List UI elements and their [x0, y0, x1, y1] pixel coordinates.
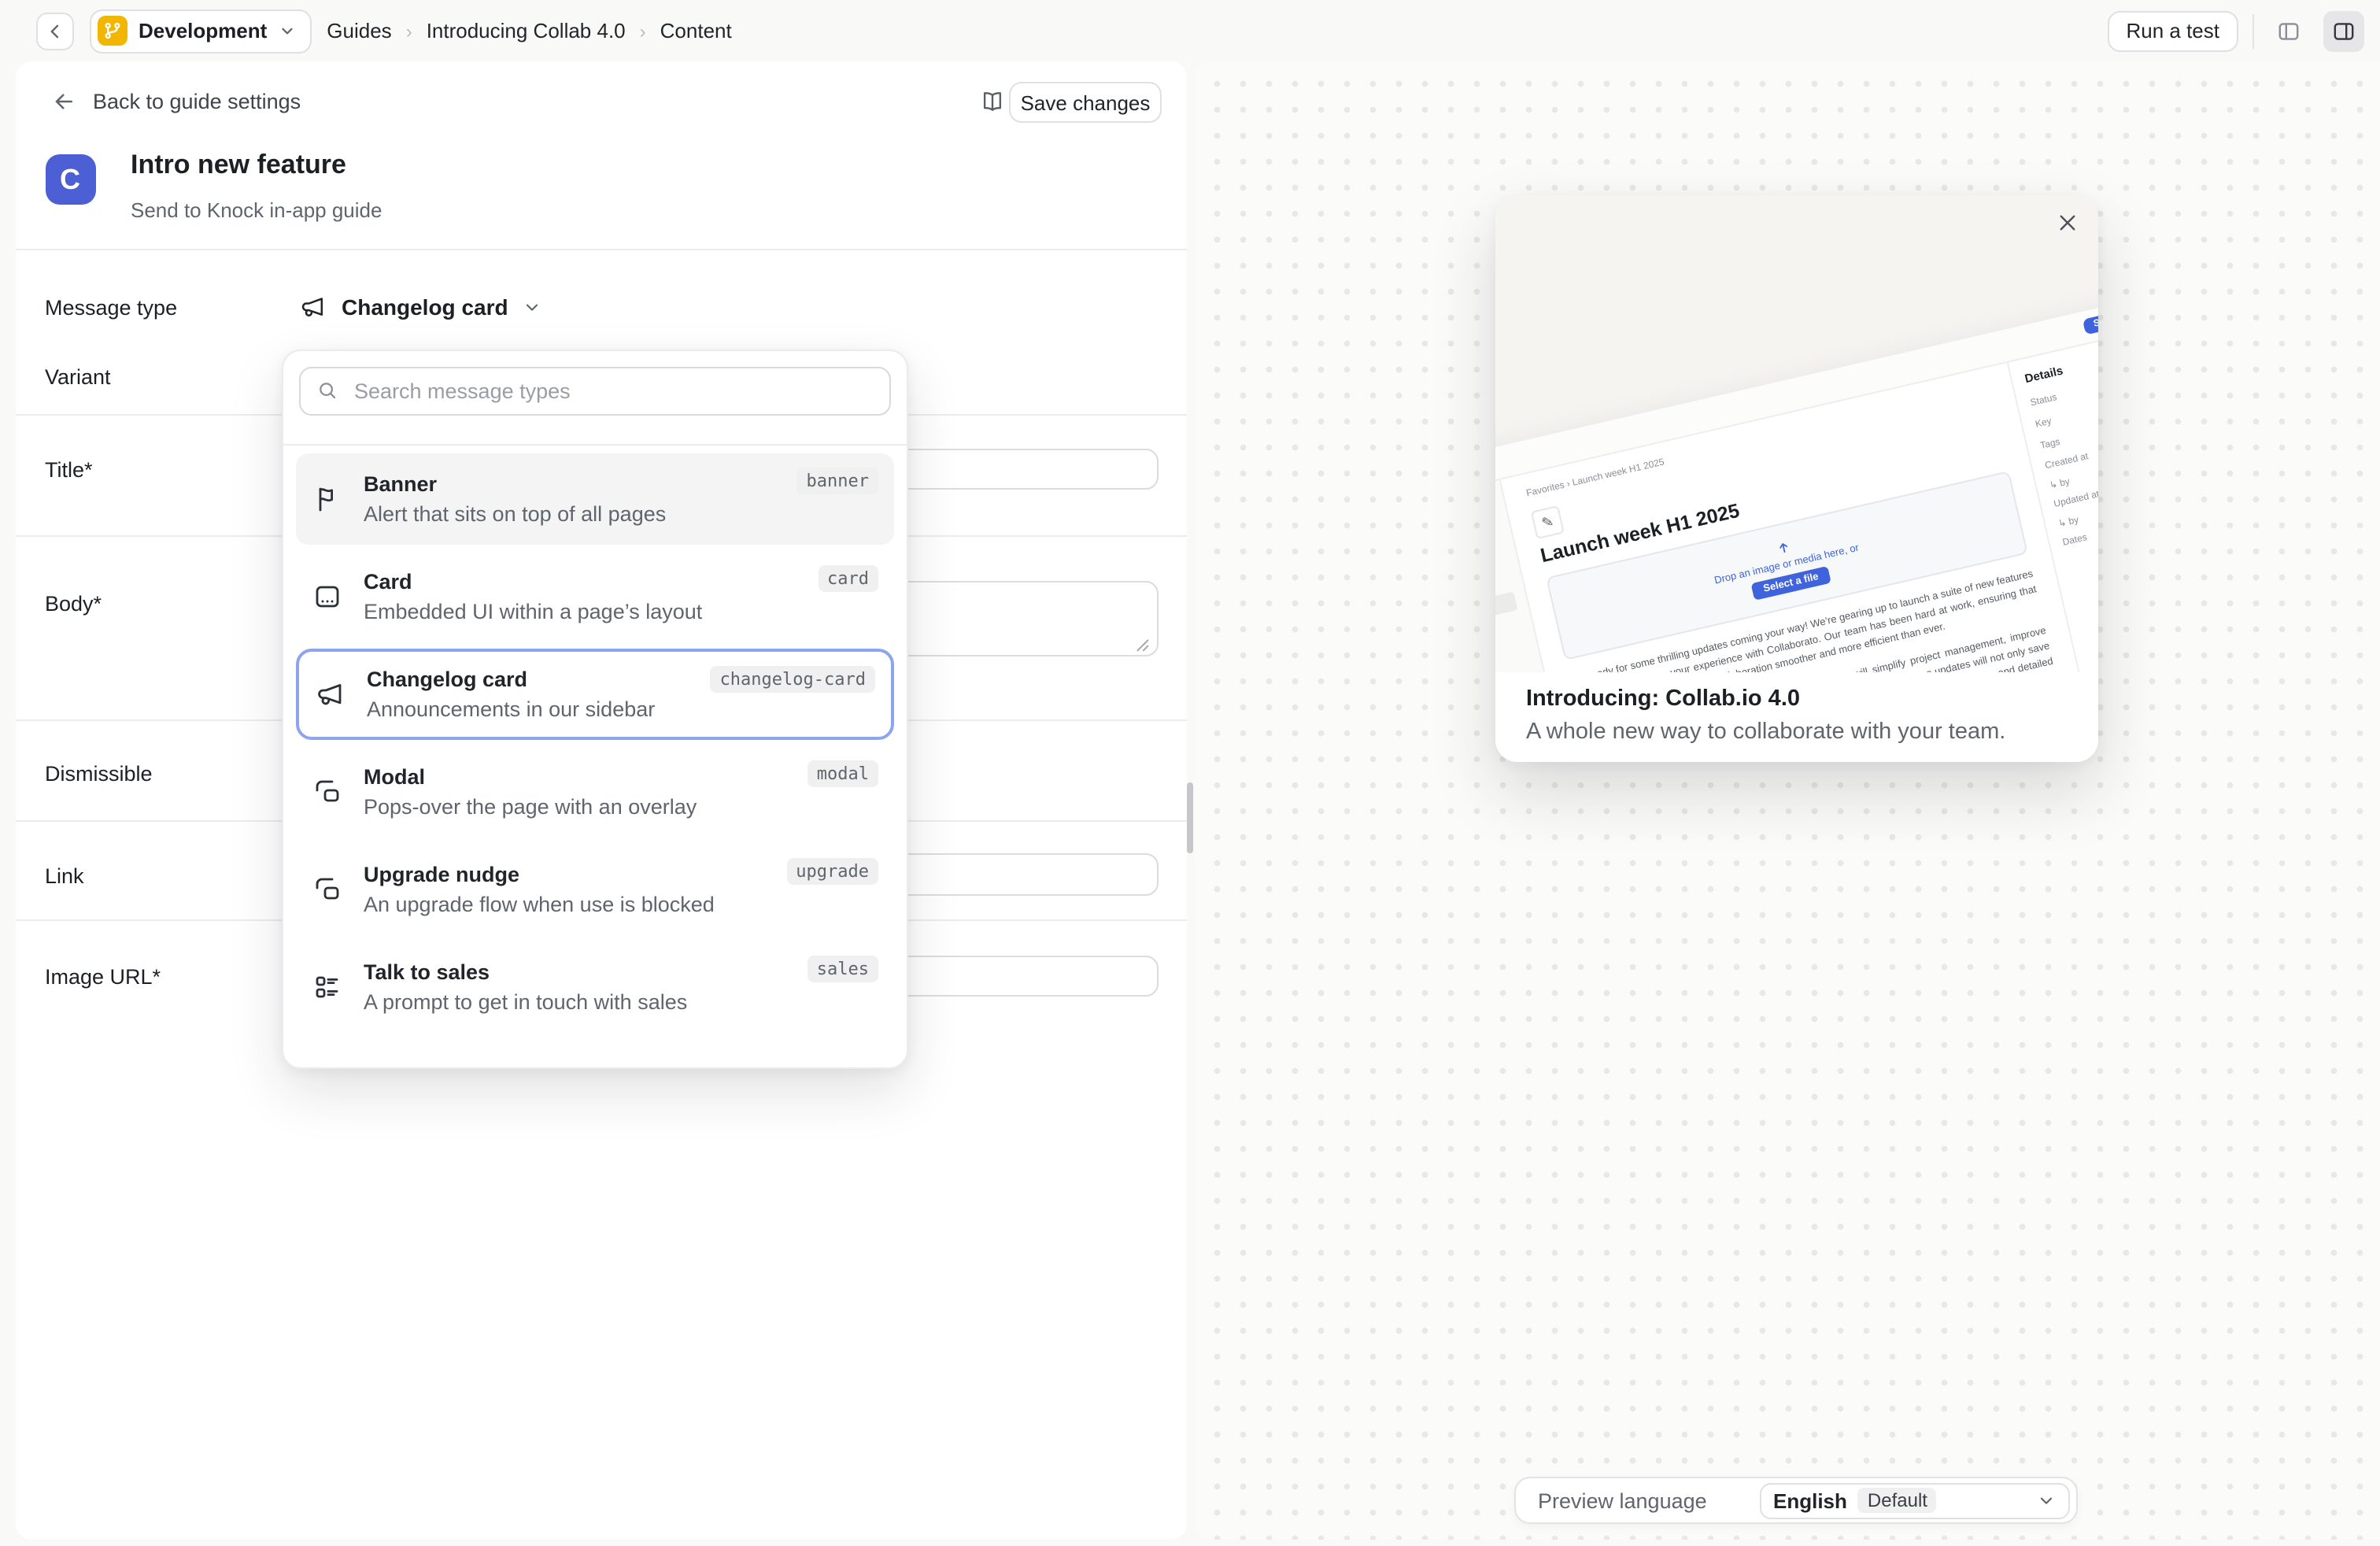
option-talk-to-sales[interactable]: Talk to sales A prompt to get in touch w… [296, 941, 894, 1032]
image-url-field-label: Image URL* [45, 965, 161, 989]
option-description: An upgrade flow when use is blocked [364, 890, 786, 917]
save-changes-button[interactable]: Save changes [1009, 82, 1162, 123]
language-value: English [1773, 1489, 1847, 1512]
option-modal[interactable]: Modal Pops-over the page with an overlay… [296, 745, 894, 837]
option-key-badge: changelog-card [711, 665, 875, 692]
preview-image-area: Share Collab.io ⌄HomeInboxFavorites ⌄202… [1495, 194, 2097, 671]
app-window: Development Guides › Introducing Collab … [0, 0, 2380, 1546]
form-list-icon [312, 971, 343, 1002]
history-back-button[interactable] [36, 12, 74, 50]
preview-card-subtitle: A whole new way to collaborate with your… [1526, 719, 2066, 744]
docs-book-icon[interactable] [979, 88, 1006, 115]
breadcrumb: Guides › Introducing Collab 4.0 › Conten… [327, 19, 731, 43]
message-type-select[interactable]: Changelog card [299, 293, 541, 321]
preview-card-title: Introducing: Collab.io 4.0 [1526, 686, 2066, 711]
run-a-test-button[interactable]: Run a test [2107, 10, 2238, 51]
chevron-down-icon [278, 22, 295, 39]
guide-avatar: C [45, 154, 95, 205]
option-description: A prompt to get in touch with sales [364, 988, 808, 1015]
close-icon[interactable] [2055, 210, 2079, 234]
breadcrumb-guide-name[interactable]: Introducing Collab 4.0 [427, 19, 626, 43]
option-description: Announcements in our sidebar [367, 695, 711, 722]
toggle-right-panel-button[interactable] [2323, 10, 2364, 51]
page-subtitle: Send to Knock in-app guide [131, 198, 382, 222]
mock-pen-icon: ✎ [1530, 505, 1564, 538]
option-title: Card [364, 568, 818, 594]
search-icon [316, 379, 338, 401]
message-type-dropdown: Banner Alert that sits on top of all pag… [282, 349, 908, 1068]
modal-icon [312, 775, 343, 807]
preview-card-text: Introducing: Collab.io 4.0 A whole new w… [1495, 671, 2097, 762]
arrow-left-icon [52, 90, 76, 113]
option-upgrade-nudge[interactable]: Upgrade nudge An upgrade flow when use i… [296, 843, 894, 934]
option-title: Modal [364, 763, 808, 790]
chevron-right-icon: › [406, 20, 412, 42]
divider [16, 249, 1186, 250]
chevron-down-icon [2036, 1491, 2055, 1510]
search-input[interactable] [351, 377, 874, 404]
page-title: Intro new feature [131, 150, 346, 181]
breadcrumb-guides[interactable]: Guides [327, 19, 391, 43]
scrollbar-thumb[interactable] [1187, 782, 1193, 853]
git-branch-icon [98, 16, 128, 46]
option-banner[interactable]: Banner Alert that sits on top of all pag… [296, 453, 894, 544]
link-field-label: Link [45, 864, 84, 888]
message-type-options: Banner Alert that sits on top of all pag… [296, 453, 894, 1038]
preview-language-select[interactable]: English Default [1759, 1482, 2069, 1518]
preview-language-label: Preview language [1538, 1489, 1759, 1512]
megaphone-icon [299, 293, 327, 321]
panel-left-icon [2276, 18, 2301, 43]
upload-arrow-icon [1773, 538, 1791, 555]
divider [2252, 13, 2254, 48]
option-title: Upgrade nudge [364, 860, 786, 887]
divider [283, 443, 907, 445]
option-title: Changelog card [367, 665, 711, 692]
option-card[interactable]: Card Embedded UI within a page’s layout … [296, 550, 894, 642]
option-key-badge: card [818, 564, 878, 591]
option-description: Alert that sits on top of all pages [364, 500, 797, 527]
editor-panel: Back to guide settings Save changes C In… [16, 61, 1186, 1540]
title-field-label: Title* [45, 458, 93, 482]
message-type-search[interactable] [299, 366, 891, 415]
flag-icon [312, 483, 343, 514]
environment-switcher[interactable]: Development [90, 9, 311, 53]
chevron-right-icon: › [640, 20, 646, 42]
option-title: Banner [364, 470, 797, 497]
option-description: Pops-over the page with an overlay [364, 793, 808, 819]
megaphone-icon [315, 678, 346, 709]
option-key-badge: sales [808, 955, 878, 982]
option-description: Embedded UI within a page’s layout [364, 597, 818, 624]
mock-app-screenshot: Share Collab.io ⌄HomeInboxFavorites ⌄202… [1495, 288, 2097, 671]
back-to-guide-settings-label: Back to guide settings [93, 90, 301, 113]
environment-label: Development [139, 19, 267, 43]
body-field-label: Body* [45, 592, 102, 616]
chevron-down-icon [523, 298, 541, 316]
mock-share-button: Share [2082, 309, 2097, 334]
card-icon [312, 580, 343, 612]
option-key-badge: modal [808, 760, 878, 786]
topbar: Development Guides › Introducing Collab … [0, 0, 2380, 61]
breadcrumb-content[interactable]: Content [660, 19, 732, 43]
panel-right-icon [2331, 18, 2356, 43]
message-type-value: Changelog card [342, 294, 508, 320]
option-changelog-card[interactable]: Changelog card Announcements in our side… [296, 648, 894, 739]
toggle-left-panel-button[interactable] [2268, 10, 2309, 51]
dismissible-label: Dismissible [45, 762, 153, 786]
changelog-preview-card: Share Collab.io ⌄HomeInboxFavorites ⌄202… [1495, 194, 2097, 762]
message-type-label: Message type [45, 296, 177, 320]
upgrade-window-icon [312, 873, 343, 904]
option-key-badge: banner [797, 467, 879, 494]
back-to-guide-settings[interactable]: Back to guide settings [52, 90, 301, 113]
chevron-left-icon [46, 21, 65, 40]
variant-label: Variant [45, 365, 111, 389]
option-title: Talk to sales [364, 958, 808, 985]
option-key-badge: upgrade [786, 857, 878, 884]
language-default-badge: Default [1858, 1488, 1937, 1513]
preview-language-bar: Preview language English Default [1514, 1477, 2077, 1524]
preview-panel: Share Collab.io ⌄HomeInboxFavorites ⌄202… [1194, 61, 2380, 1540]
